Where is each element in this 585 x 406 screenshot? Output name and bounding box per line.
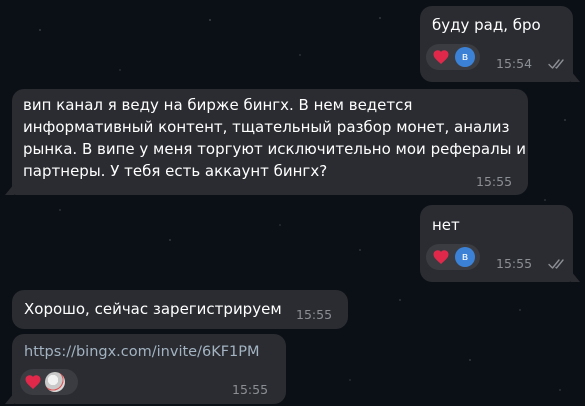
heart-icon[interactable] — [432, 48, 450, 66]
heart-icon[interactable] — [24, 373, 42, 391]
message-text-line: рынка. В випе у меня торгуют исключитель… — [23, 140, 527, 158]
message-text: Хорошо, сейчас зарегистрируем — [24, 300, 282, 318]
message-bubble-incoming[interactable]: Хорошо, сейчас зарегистрируем 15:55 — [12, 290, 348, 329]
message-bubble-outgoing[interactable]: нет в 15:55 — [420, 205, 580, 282]
message-bubble-incoming[interactable]: вип канал я веду на бирже бингх. В нем в… — [5, 89, 528, 195]
message-bubble-incoming[interactable]: https://bingx.com/invite/6KF1PM 15:55 — [5, 334, 286, 404]
message-time: 15:55 — [296, 307, 333, 322]
double-check-icon — [548, 58, 568, 70]
reaction-avatar: в — [455, 47, 475, 67]
reactions-bar[interactable]: в — [426, 244, 480, 270]
message-text: нет — [432, 216, 460, 234]
message-text-line: вип канал я веду на бирже бингх. В нем в… — [23, 96, 413, 114]
message-time: 15:55 — [232, 382, 269, 397]
reactions-bar[interactable] — [20, 369, 78, 395]
double-check-icon — [548, 258, 568, 270]
reactions-bar[interactable]: в — [426, 44, 480, 70]
message-time: 15:54 — [496, 56, 533, 71]
message-time: 15:55 — [496, 256, 533, 271]
message-time: 15:55 — [476, 174, 513, 189]
message-text-line: информативный контент, тщательный разбор… — [23, 118, 510, 136]
heart-icon[interactable] — [432, 248, 450, 266]
message-text: буду рад, бро — [432, 16, 541, 34]
reaction-avatar — [45, 372, 65, 392]
message-text-line: партнеры. У тебя есть аккаунт бингх? — [23, 162, 328, 180]
message-bubble-outgoing[interactable]: буду рад, бро в 15:54 — [420, 6, 580, 82]
reaction-avatar: в — [455, 247, 475, 267]
invite-link[interactable]: https://bingx.com/invite/6KF1PM — [24, 341, 260, 363]
